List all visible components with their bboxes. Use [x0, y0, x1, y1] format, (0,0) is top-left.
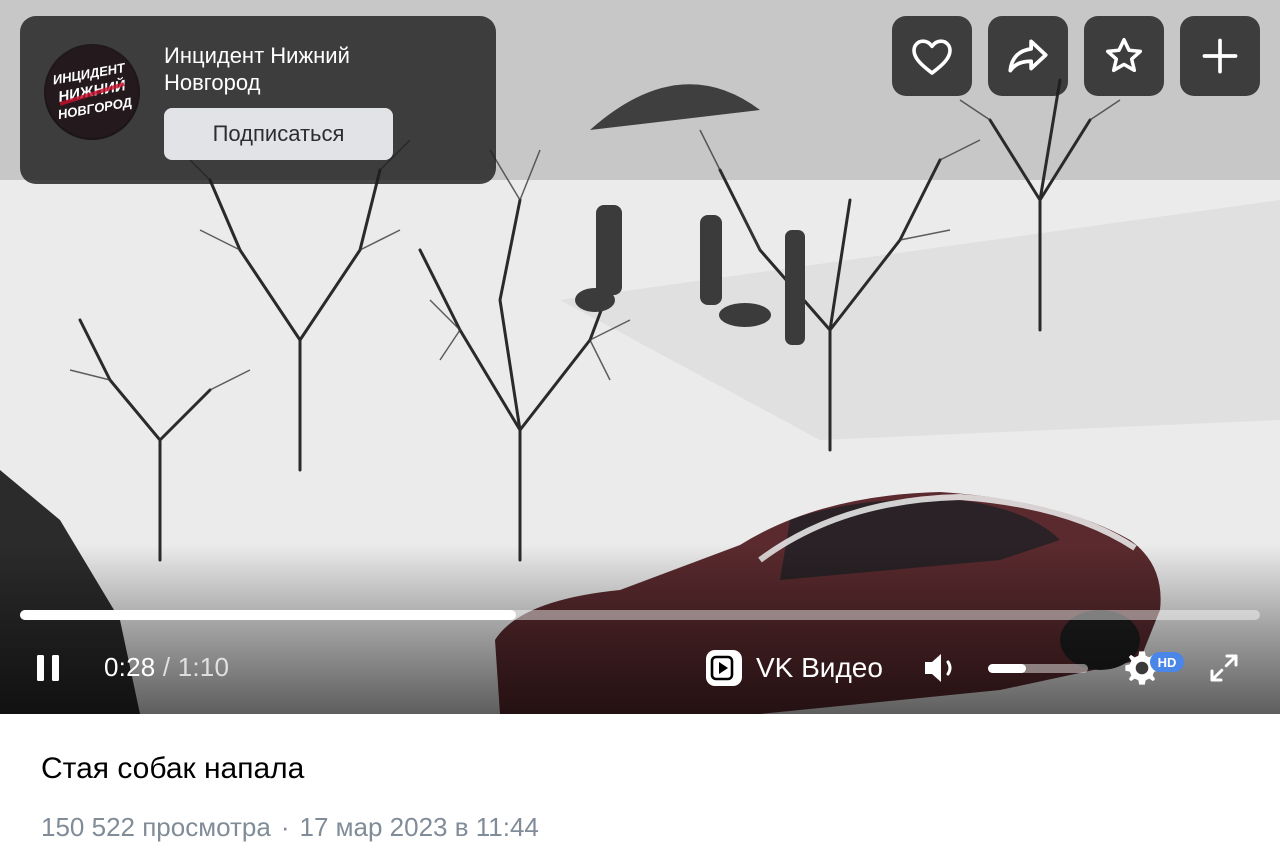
progress-bar[interactable] [20, 610, 1260, 620]
channel-logo[interactable]: ИНЦИДЕНТ НИЖНИЙ НОВГОРОД [44, 44, 140, 140]
share-button[interactable] [988, 16, 1068, 96]
brand-label: VK Видео [756, 652, 883, 683]
subscribe-button[interactable]: Подписаться [164, 108, 393, 160]
add-button[interactable] [1180, 16, 1260, 96]
video-meta: 150 522 просмотра · 17 мар 2023 в 11:44 [41, 812, 539, 843]
view-count: 150 522 просмотра [41, 812, 271, 842]
share-arrow-icon [1008, 39, 1048, 73]
fullscreen-button[interactable] [1204, 648, 1244, 688]
channel-card: ИНЦИДЕНТ НИЖНИЙ НОВГОРОД Инцидент Нижний… [20, 16, 496, 184]
current-time: 0:28 [104, 652, 156, 682]
publish-date: 17 мар 2023 в 11:44 [299, 812, 539, 842]
duration: 1:10 [177, 652, 230, 682]
channel-name-line1: Инцидент Нижний [164, 43, 350, 68]
video-player[interactable]: ИНЦИДЕНТ НИЖНИЙ НОВГОРОД Инцидент Нижний… [0, 0, 1280, 714]
pause-button[interactable] [28, 648, 68, 688]
hd-badge: HD [1150, 652, 1184, 672]
volume-level [988, 664, 1026, 673]
player-controls: 0:28 / 1:10 VK Видео HD [0, 640, 1280, 696]
volume-button[interactable] [920, 648, 962, 688]
time-separator: / [162, 652, 171, 682]
fullscreen-icon [1210, 654, 1238, 682]
star-icon [1105, 37, 1143, 73]
heart-icon [912, 39, 952, 75]
channel-name[interactable]: Инцидент Нижний Новгород [164, 42, 464, 96]
pause-icon [37, 655, 59, 681]
progress-played [20, 610, 516, 620]
channel-logo-image: ИНЦИДЕНТ НИЖНИЙ НОВГОРОД [46, 46, 138, 138]
video-title: Стая собак напала [41, 752, 305, 785]
favorite-button[interactable] [1084, 16, 1164, 96]
channel-name-line2: Новгород [164, 70, 261, 95]
time-display: 0:28 / 1:10 [104, 652, 229, 683]
plus-icon [1202, 38, 1238, 74]
meta-separator: · [280, 812, 290, 842]
vk-video-brand[interactable]: VK Видео [704, 648, 883, 688]
volume-slider[interactable] [988, 664, 1088, 673]
like-button[interactable] [892, 16, 972, 96]
vk-video-logo-icon [706, 650, 742, 686]
speaker-icon [925, 654, 952, 682]
